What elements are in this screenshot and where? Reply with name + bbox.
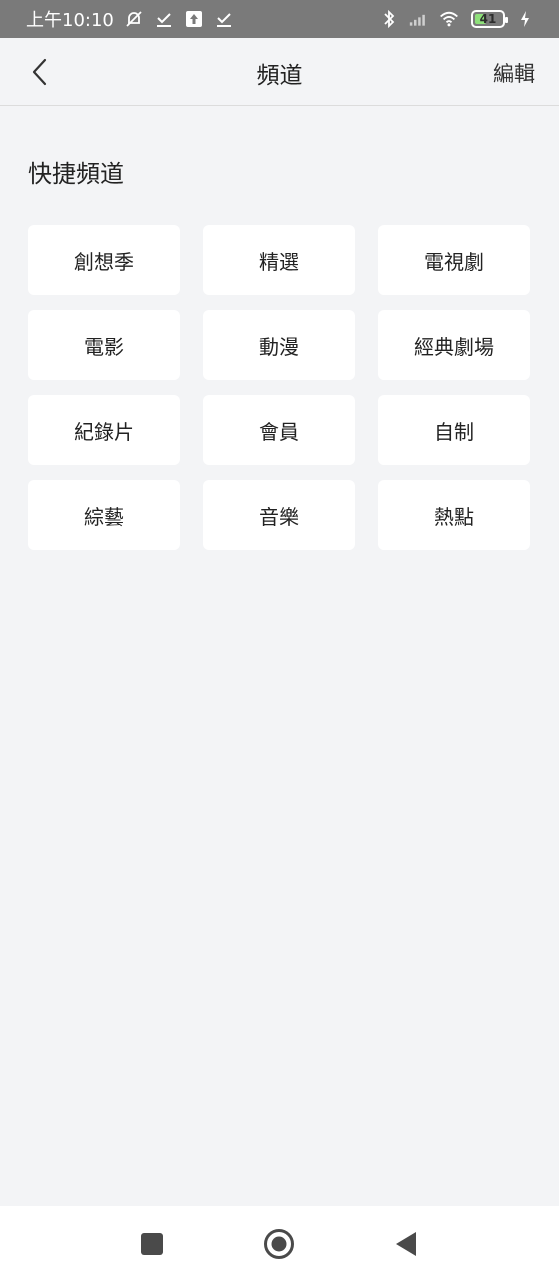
recents-square-icon — [141, 1233, 163, 1255]
back-triangle-icon — [396, 1232, 416, 1256]
home-circle-icon — [264, 1229, 294, 1259]
wifi-icon — [439, 9, 459, 29]
bluetooth-icon — [379, 9, 399, 29]
status-left: 上午10:10 — [26, 6, 234, 32]
channel-chip[interactable]: 熱點 — [378, 480, 530, 550]
status-bar: 上午10:10 41 — [0, 0, 559, 38]
channel-chip[interactable]: 音樂 — [203, 480, 355, 550]
section-title: 快捷頻道 — [28, 160, 124, 188]
channel-chip[interactable]: 自制 — [378, 395, 530, 465]
channel-chip[interactable]: 創想季 — [28, 225, 180, 295]
signal-icon — [409, 9, 429, 29]
page-title: 頻道 — [256, 63, 303, 89]
channel-chip[interactable]: 經典劇場 — [378, 310, 530, 380]
download-check-icon — [154, 9, 174, 29]
charging-icon — [515, 9, 535, 29]
upload-icon — [184, 9, 204, 29]
channel-chip[interactable]: 電視劇 — [378, 225, 530, 295]
battery-icon: 41 — [471, 10, 508, 28]
status-time: 上午10:10 — [26, 10, 114, 31]
mute-alarm-icon — [124, 9, 144, 29]
recents-button[interactable] — [136, 1228, 168, 1260]
screen: 上午10:10 41 頻道 編輯 快捷頻道 創想季 精選 電視劇 電影 動漫 經… — [0, 0, 559, 1280]
status-right: 41 — [379, 9, 535, 29]
header: 頻道 編輯 — [0, 38, 559, 106]
channel-chip[interactable]: 精選 — [203, 225, 355, 295]
channel-chip[interactable]: 會員 — [203, 395, 355, 465]
edit-button[interactable]: 編輯 — [493, 58, 535, 88]
download-check-icon — [214, 9, 234, 29]
channel-chip[interactable]: 動漫 — [203, 310, 355, 380]
channel-grid: 創想季 精選 電視劇 電影 動漫 經典劇場 紀錄片 會員 自制 綜藝 音樂 熱點 — [28, 225, 531, 550]
channel-chip[interactable]: 電影 — [28, 310, 180, 380]
channel-chip[interactable]: 紀錄片 — [28, 395, 180, 465]
channel-chip[interactable]: 綜藝 — [28, 480, 180, 550]
battery-level: 41 — [479, 12, 497, 26]
system-nav-bar — [0, 1206, 559, 1280]
back-nav-button[interactable] — [390, 1228, 422, 1260]
home-button[interactable] — [263, 1228, 295, 1260]
